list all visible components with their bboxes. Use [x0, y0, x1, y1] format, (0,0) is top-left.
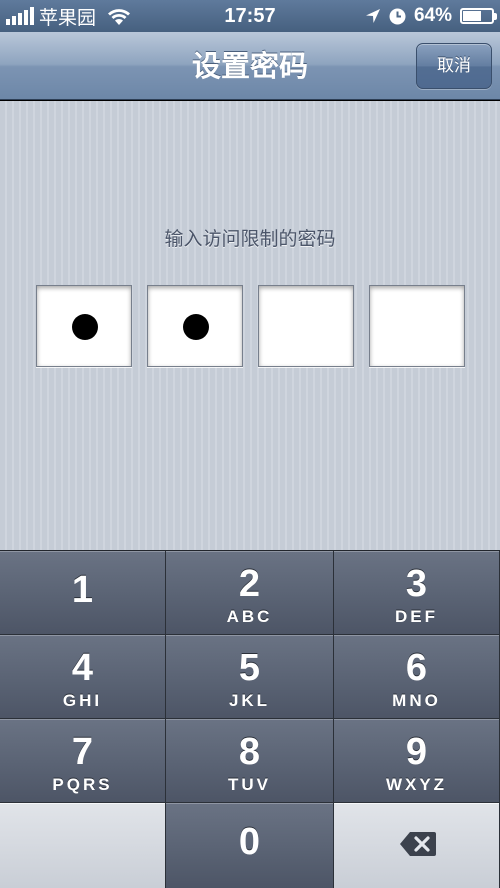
key-letters: WXYZ	[385, 775, 448, 794]
numeric-keypad: 1 2 ABC 3 DEF 4 GHI 5 JKL 6 MNO 7 PQRS 8…	[0, 550, 500, 888]
key-9[interactable]: 9 WXYZ	[334, 719, 500, 803]
key-8[interactable]: 8 TUV	[166, 719, 334, 803]
navigation-bar: 设置密码 取消	[0, 32, 500, 100]
passcode-dot	[72, 314, 98, 340]
passcode-box-2	[147, 285, 243, 367]
clock-icon	[389, 8, 406, 24]
passcode-box-1	[36, 285, 132, 367]
key-digit: 2	[238, 563, 261, 605]
status-right: 64%	[365, 0, 497, 32]
location-icon	[365, 9, 380, 23]
backspace-icon	[400, 832, 436, 856]
key-6[interactable]: 6 MNO	[334, 635, 500, 719]
key-digit: 7	[71, 731, 94, 773]
key-0[interactable]: 0	[166, 803, 334, 888]
key-digit: 3	[405, 563, 428, 605]
passcode-area: 输入访问限制的密码	[0, 101, 500, 550]
passcode-box-4	[369, 285, 465, 367]
key-letters: JKL	[228, 691, 271, 710]
battery-percent: 64%	[413, 5, 452, 26]
key-digit: 8	[238, 731, 261, 773]
battery-icon	[460, 8, 497, 24]
passcode-box-3	[258, 285, 354, 367]
key-letters: TUV	[228, 775, 271, 794]
key-3[interactable]: 3 DEF	[334, 551, 500, 635]
key-letters: ABC	[226, 607, 273, 626]
status-bar: 苹果园 17:57 64%	[0, 0, 500, 32]
key-letters: PQRS	[52, 775, 113, 794]
passcode-prompt: 输入访问限制的密码	[164, 228, 336, 250]
delete-button[interactable]	[334, 803, 500, 888]
key-letters: DEF	[395, 607, 438, 626]
key-5[interactable]: 5 JKL	[166, 635, 334, 719]
key-4[interactable]: 4 GHI	[0, 635, 166, 719]
key-digit: 4	[71, 647, 94, 689]
key-2[interactable]: 2 ABC	[166, 551, 334, 635]
key-digit: 6	[405, 647, 428, 689]
key-digit: 0	[238, 821, 261, 863]
key-digit: 1	[71, 569, 94, 611]
key-digit: 5	[238, 647, 261, 689]
key-digit: 9	[405, 731, 428, 773]
key-blank	[0, 803, 166, 888]
battery-fill	[463, 11, 481, 21]
key-7[interactable]: 7 PQRS	[0, 719, 166, 803]
cancel-button[interactable]: 取消	[416, 43, 492, 89]
battery-nub	[494, 13, 497, 20]
key-letters: MNO	[392, 691, 441, 710]
key-letters: GHI	[62, 691, 103, 710]
key-1[interactable]: 1	[0, 551, 166, 635]
passcode-dot	[183, 314, 209, 340]
